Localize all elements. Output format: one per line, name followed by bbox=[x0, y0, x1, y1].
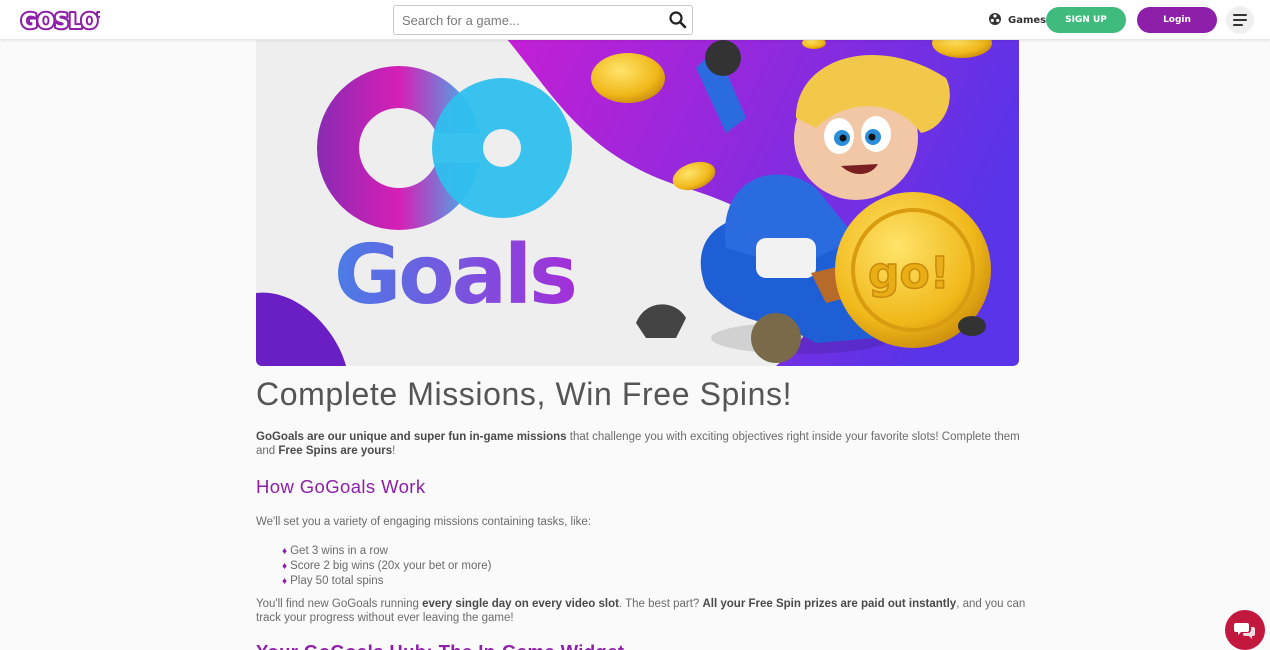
goslot-logo[interactable]: GOSLOT! GOSLOT! bbox=[20, 6, 100, 34]
intro-paragraph: GoGoals are our unique and super fun in-… bbox=[256, 431, 1026, 458]
task-list: ♦ Get 3 wins in a row ♦ Score 2 big wins (… bbox=[282, 544, 491, 589]
sign-up-button[interactable]: SIGN UP bbox=[1046, 7, 1126, 33]
task-text: Score 2 big wins (20x your bet or more) bbox=[290, 560, 492, 572]
live-chat-button[interactable] bbox=[1225, 610, 1265, 650]
search-icon[interactable] bbox=[668, 10, 688, 30]
intro-text-2: ! bbox=[392, 444, 396, 457]
search-box bbox=[393, 5, 693, 35]
page-title: Complete Missions, Win Free Spins! bbox=[256, 376, 793, 412]
svg-text:go!: go! bbox=[868, 248, 950, 299]
widget-section-heading: Your GoGoals Hub: The In-Game Widget bbox=[256, 641, 624, 650]
how-it-works-heading: How GoGoals Work bbox=[256, 476, 426, 497]
list-item: ♦ Play 50 total spins bbox=[282, 574, 491, 589]
goals-wordmark: Goals bbox=[334, 228, 575, 323]
search-input[interactable] bbox=[394, 6, 656, 34]
main-content: Complete Missions, Win Free Spins! GoGoa… bbox=[256, 370, 1026, 650]
goslot-logo-mark: GOSLOT! GOSLOT! bbox=[20, 7, 100, 33]
find-text-1: You'll find new GoGoals running bbox=[256, 598, 423, 610]
go-letters bbox=[317, 66, 572, 230]
availability-paragraph: You'll find new GoGoals running every si… bbox=[256, 598, 1026, 625]
task-text: Play 50 total spins bbox=[290, 575, 384, 587]
list-item: ♦ Get 3 wins in a row bbox=[282, 544, 491, 559]
chat-icon bbox=[1234, 623, 1255, 639]
intro-bold-1: GoGoals are our unique and super fun in-… bbox=[256, 431, 567, 443]
diamond-bullet-icon: ♦ bbox=[282, 561, 288, 572]
hero-illustration: Goals go! bbox=[256, 38, 1019, 366]
games-icon bbox=[988, 12, 1002, 29]
intro-bold-2: Free Spins are yours bbox=[278, 444, 393, 457]
diamond-bullet-icon: ♦ bbox=[282, 546, 288, 557]
top-navigation-bar: GOSLOT! GOSLOT! Games SIGN UP Login bbox=[0, 0, 1270, 40]
diamond-bullet-icon: ♦ bbox=[282, 576, 288, 587]
hamburger-menu-icon[interactable] bbox=[1226, 6, 1254, 34]
task-text: Get 3 wins in a row bbox=[290, 545, 388, 557]
games-link[interactable]: Games bbox=[988, 12, 1046, 29]
login-button[interactable]: Login bbox=[1137, 7, 1217, 33]
missions-intro-text: We'll set you a variety of engaging miss… bbox=[256, 516, 592, 528]
find-text-2: . The best part? bbox=[618, 598, 703, 610]
gogoals-hero-banner: Goals go! bbox=[256, 38, 1019, 366]
find-bold-2: All your Free Spin prizes are paid out i… bbox=[702, 598, 957, 610]
list-item: ♦ Score 2 big wins (20x your bet or more) bbox=[282, 559, 491, 574]
svg-text:GOSLOT!: GOSLOT! bbox=[21, 9, 100, 33]
find-bold-1: every single day on every video slot bbox=[422, 598, 619, 610]
games-label: Games bbox=[1008, 15, 1047, 26]
